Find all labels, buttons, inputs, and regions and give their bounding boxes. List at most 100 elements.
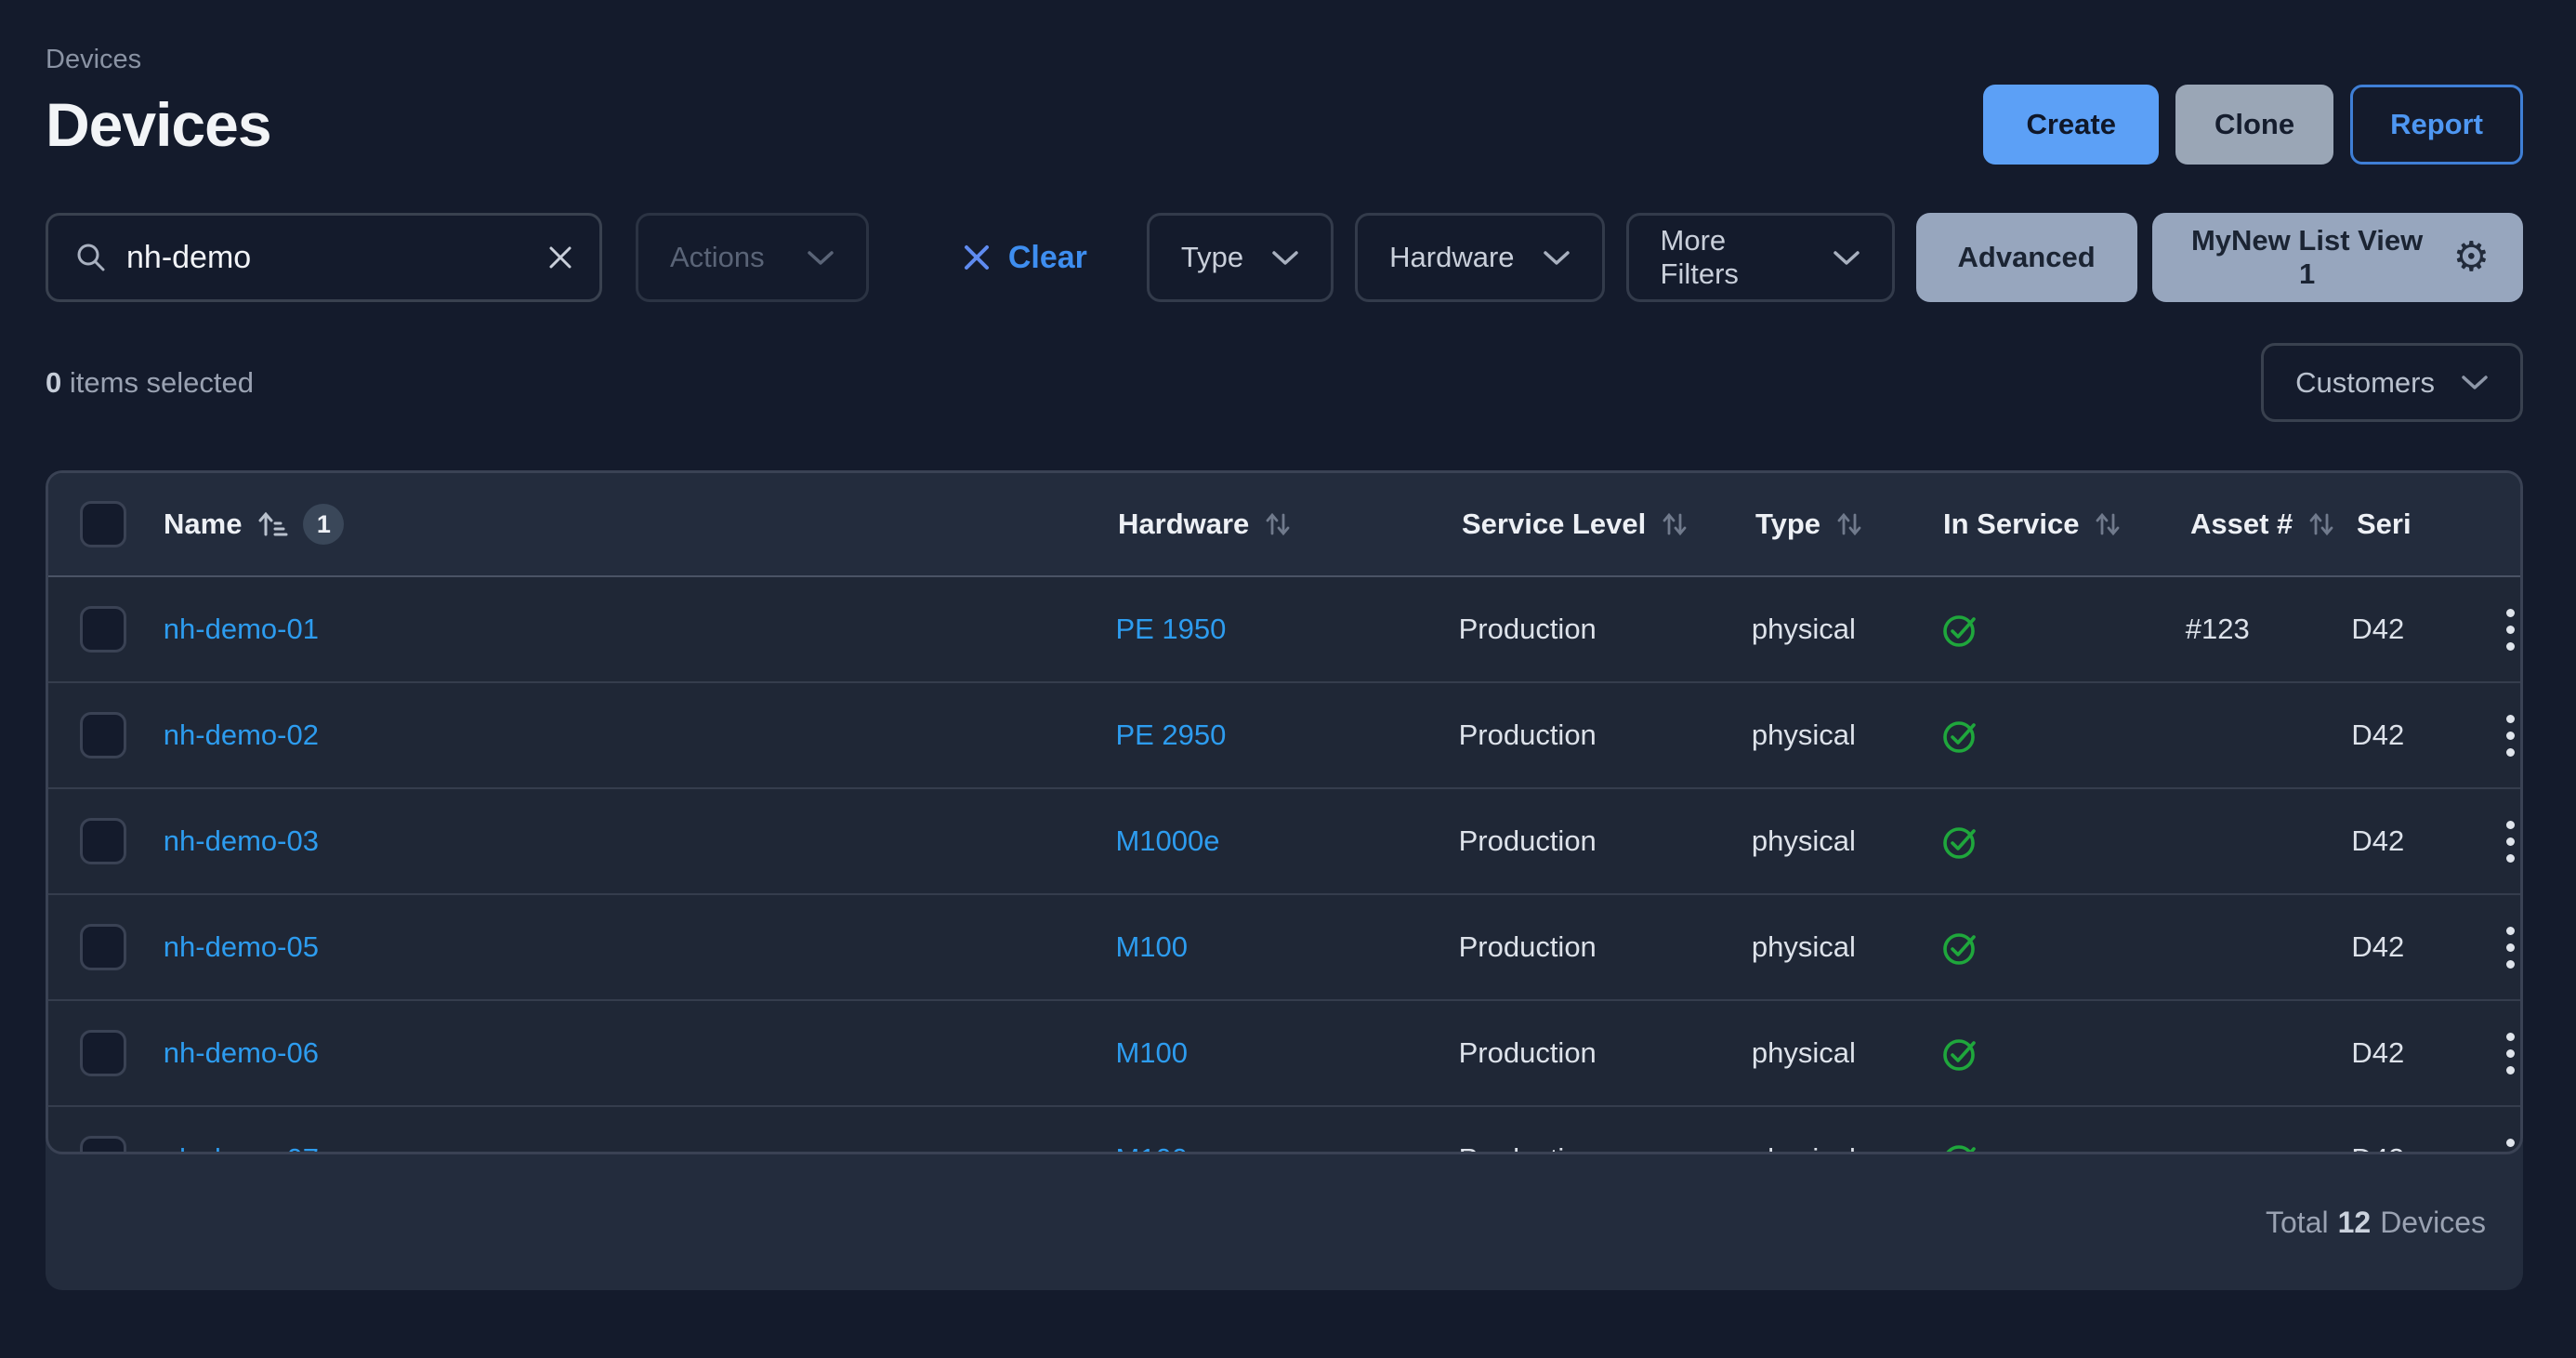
kebab-menu-icon[interactable]	[2501, 815, 2520, 868]
type-cell: physical	[1752, 1036, 1939, 1070]
hardware-link[interactable]: PE 1950	[1115, 613, 1226, 645]
column-type-label: Type	[1755, 508, 1820, 541]
column-header-name[interactable]: Name 1	[164, 504, 344, 545]
column-hardware-label: Hardware	[1118, 508, 1249, 541]
toolbar: Actions Clear Type Ha	[46, 213, 2523, 302]
device-name-link[interactable]: nh-demo-06	[164, 1036, 319, 1070]
gear-icon[interactable]: ⚙	[2453, 237, 2490, 278]
service-level-cell: Production	[1459, 1142, 1752, 1154]
column-serial-label: Seri	[2357, 508, 2412, 541]
kebab-menu-icon[interactable]	[2501, 921, 2520, 974]
search-input[interactable]	[126, 240, 529, 276]
devices-page: Devices Devices Create Clone Report Acti	[0, 0, 2576, 1290]
row-checkbox[interactable]	[80, 818, 126, 864]
clone-button[interactable]: Clone	[2175, 85, 2333, 165]
type-filter-label: Type	[1181, 241, 1243, 274]
chevron-down-icon	[1833, 249, 1860, 267]
device-name-link[interactable]: nh-demo-07	[164, 1142, 319, 1154]
service-level-cell: Production	[1459, 613, 1752, 646]
total-unit-label: Devices	[2380, 1206, 2486, 1240]
row-checkbox[interactable]	[80, 712, 126, 758]
list-view-label: MyNew List View 1	[2186, 224, 2429, 291]
table-header-row: Name 1	[48, 473, 2520, 577]
total-label: Total	[2266, 1206, 2329, 1240]
sort-icon[interactable]	[1835, 509, 1863, 539]
column-header-serial[interactable]: Seri	[2357, 508, 2412, 541]
column-header-asset[interactable]: Asset #	[2190, 508, 2335, 541]
column-header-service-level[interactable]: Service Level	[1462, 508, 1689, 541]
sort-priority-badge: 1	[303, 504, 344, 545]
breadcrumb[interactable]: Devices	[46, 45, 2523, 75]
hardware-link[interactable]: M100	[1115, 930, 1188, 963]
devices-table-panel: Name 1	[46, 470, 2523, 1290]
column-header-type[interactable]: Type	[1755, 508, 1863, 541]
serial-cell: D42	[2351, 1142, 2501, 1154]
sort-icon[interactable]	[2307, 509, 2335, 539]
column-asset-label: Asset #	[2190, 508, 2293, 541]
hardware-link[interactable]: PE 2950	[1115, 719, 1226, 751]
chevron-down-icon	[807, 249, 835, 267]
service-level-cell: Production	[1459, 824, 1752, 858]
kebab-menu-icon[interactable]	[2501, 1027, 2520, 1080]
type-cell: physical	[1752, 719, 1939, 752]
table-footer: Total 12 Devices	[46, 1154, 2523, 1290]
service-level-cell: Production	[1459, 1036, 1752, 1070]
row-checkbox[interactable]	[80, 924, 126, 970]
search-clear-icon[interactable]	[547, 244, 573, 270]
hardware-link[interactable]: M100	[1115, 1142, 1188, 1154]
sort-ascending-icon[interactable]	[256, 508, 288, 540]
check-circle-icon	[1939, 714, 1981, 757]
hardware-link[interactable]: M100	[1115, 1036, 1188, 1069]
customers-dropdown[interactable]: Customers	[2261, 343, 2523, 422]
sort-icon[interactable]	[2094, 509, 2122, 539]
chevron-down-icon	[1543, 249, 1571, 267]
serial-cell: D42	[2351, 613, 2501, 646]
sort-icon[interactable]	[1661, 509, 1689, 539]
kebab-menu-icon[interactable]	[2501, 709, 2520, 762]
chevron-down-icon	[2461, 374, 2489, 391]
serial-cell: D42	[2351, 719, 2501, 752]
type-cell: physical	[1752, 824, 1939, 858]
selection-row: 0 items selected Customers	[46, 343, 2523, 422]
clear-filters-button[interactable]: Clear	[962, 240, 1087, 276]
row-checkbox[interactable]	[80, 1030, 126, 1076]
column-header-in-service[interactable]: In Service	[1943, 508, 2122, 541]
device-name-link[interactable]: nh-demo-03	[164, 824, 319, 858]
table-row: nh-demo-07 M100 Production physical D42	[48, 1107, 2520, 1154]
device-name-link[interactable]: nh-demo-05	[164, 930, 319, 964]
report-button[interactable]: Report	[2350, 85, 2523, 165]
clear-x-icon	[962, 243, 992, 272]
kebab-menu-icon[interactable]	[2501, 603, 2520, 656]
check-circle-icon	[1939, 1032, 1981, 1075]
column-header-hardware[interactable]: Hardware	[1118, 508, 1292, 541]
customers-dropdown-label: Customers	[2295, 366, 2435, 400]
more-filters-dropdown[interactable]: More Filters	[1626, 213, 1895, 302]
service-level-cell: Production	[1459, 719, 1752, 752]
check-circle-icon	[1939, 926, 1981, 969]
check-circle-icon	[1939, 1138, 1981, 1154]
title-row: Devices Create Clone Report	[46, 85, 2523, 165]
serial-cell: D42	[2351, 1036, 2501, 1070]
search-box[interactable]	[46, 213, 602, 302]
advanced-button[interactable]: Advanced	[1916, 213, 2137, 302]
actions-dropdown-label: Actions	[670, 241, 765, 274]
table-row: nh-demo-01 PE 1950 Production physical #…	[48, 577, 2520, 683]
row-checkbox[interactable]	[80, 1136, 126, 1154]
column-in-service-label: In Service	[1943, 508, 2079, 541]
header-actions: Create Clone Report	[1983, 85, 2523, 165]
asset-cell: #123	[2186, 613, 2352, 646]
column-service-level-label: Service Level	[1462, 508, 1646, 541]
list-view-button[interactable]: MyNew List View 1 ⚙	[2152, 213, 2523, 302]
hardware-link[interactable]: M1000e	[1115, 824, 1219, 857]
actions-dropdown[interactable]: Actions	[636, 213, 869, 302]
row-checkbox[interactable]	[80, 606, 126, 653]
select-all-checkbox[interactable]	[80, 501, 126, 547]
table-row: nh-demo-03 M1000e Production physical D4…	[48, 789, 2520, 895]
kebab-menu-icon[interactable]	[2501, 1133, 2520, 1155]
create-button[interactable]: Create	[1983, 85, 2159, 165]
type-filter-dropdown[interactable]: Type	[1147, 213, 1334, 302]
hardware-filter-dropdown[interactable]: Hardware	[1355, 213, 1604, 302]
device-name-link[interactable]: nh-demo-02	[164, 719, 319, 752]
sort-icon[interactable]	[1264, 509, 1292, 539]
device-name-link[interactable]: nh-demo-01	[164, 613, 319, 646]
